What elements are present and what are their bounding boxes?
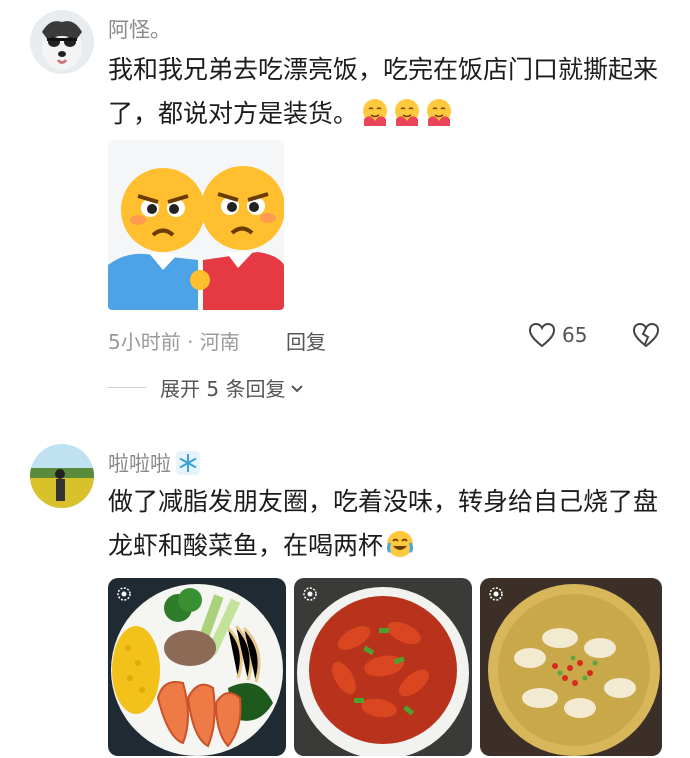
salad-plate-photo — [108, 578, 286, 756]
live-photo-icon — [117, 587, 131, 601]
timestamp-location: 5小时前 · 河南 — [108, 330, 240, 354]
reply-button[interactable]: 回复 — [286, 326, 326, 355]
avatar[interactable] — [30, 10, 94, 74]
photo-1[interactable] — [108, 578, 286, 756]
avatar-photo — [30, 444, 94, 508]
hug-emoji-icon — [358, 99, 390, 128]
snowflake-icon — [176, 451, 200, 475]
broken-heart-icon — [632, 322, 660, 348]
username[interactable]: 啦啦啦 — [108, 448, 201, 478]
expand-replies[interactable]: 展开 5 条回复 — [108, 373, 305, 402]
comment-1: 阿怪。 我和我兄弟去吃漂亮饭，吃完在饭店门口就撕起来了，都说对方是装货。 5小时… — [0, 0, 690, 410]
avatar[interactable] — [30, 444, 94, 508]
pickled-fish-photo — [480, 578, 662, 756]
hug-emoji-icon — [390, 99, 422, 128]
chevron-down-icon — [291, 384, 304, 392]
username-text: 啦啦啦 — [108, 452, 171, 476]
dislike-button[interactable] — [632, 322, 660, 352]
cry-laugh-emoji-icon — [383, 531, 415, 560]
crayfish-photo — [294, 578, 472, 756]
angry-face-sticker — [108, 140, 284, 310]
live-photo-icon — [303, 587, 317, 601]
avatar-dog-icon — [30, 10, 94, 74]
comment-2: 啦啦啦 做了减脂发朋友圈，吃着没味，转身给自己烧了盘龙虾和酸菜鱼，在喝两杯 — [0, 440, 690, 758]
hug-emoji-icon — [422, 99, 454, 128]
comment-text: 我和我兄弟去吃漂亮饭，吃完在饭店门口就撕起来了，都说对方是装货。 — [108, 48, 668, 136]
expand-label: 展开 5 条回复 — [160, 377, 286, 401]
comment-text: 做了减脂发朋友圈，吃着没味，转身给自己烧了盘龙虾和酸菜鱼，在喝两杯 — [108, 480, 668, 568]
photo-2[interactable] — [294, 578, 472, 756]
like-count: 65 — [562, 323, 588, 347]
divider-line — [108, 387, 146, 388]
photo-3[interactable] — [480, 578, 662, 756]
live-photo-icon — [489, 587, 503, 601]
like-button[interactable]: 65 — [528, 322, 587, 348]
username[interactable]: 阿怪。 — [108, 14, 171, 44]
heart-outline-icon — [528, 322, 556, 348]
sticker-image[interactable] — [108, 140, 284, 310]
